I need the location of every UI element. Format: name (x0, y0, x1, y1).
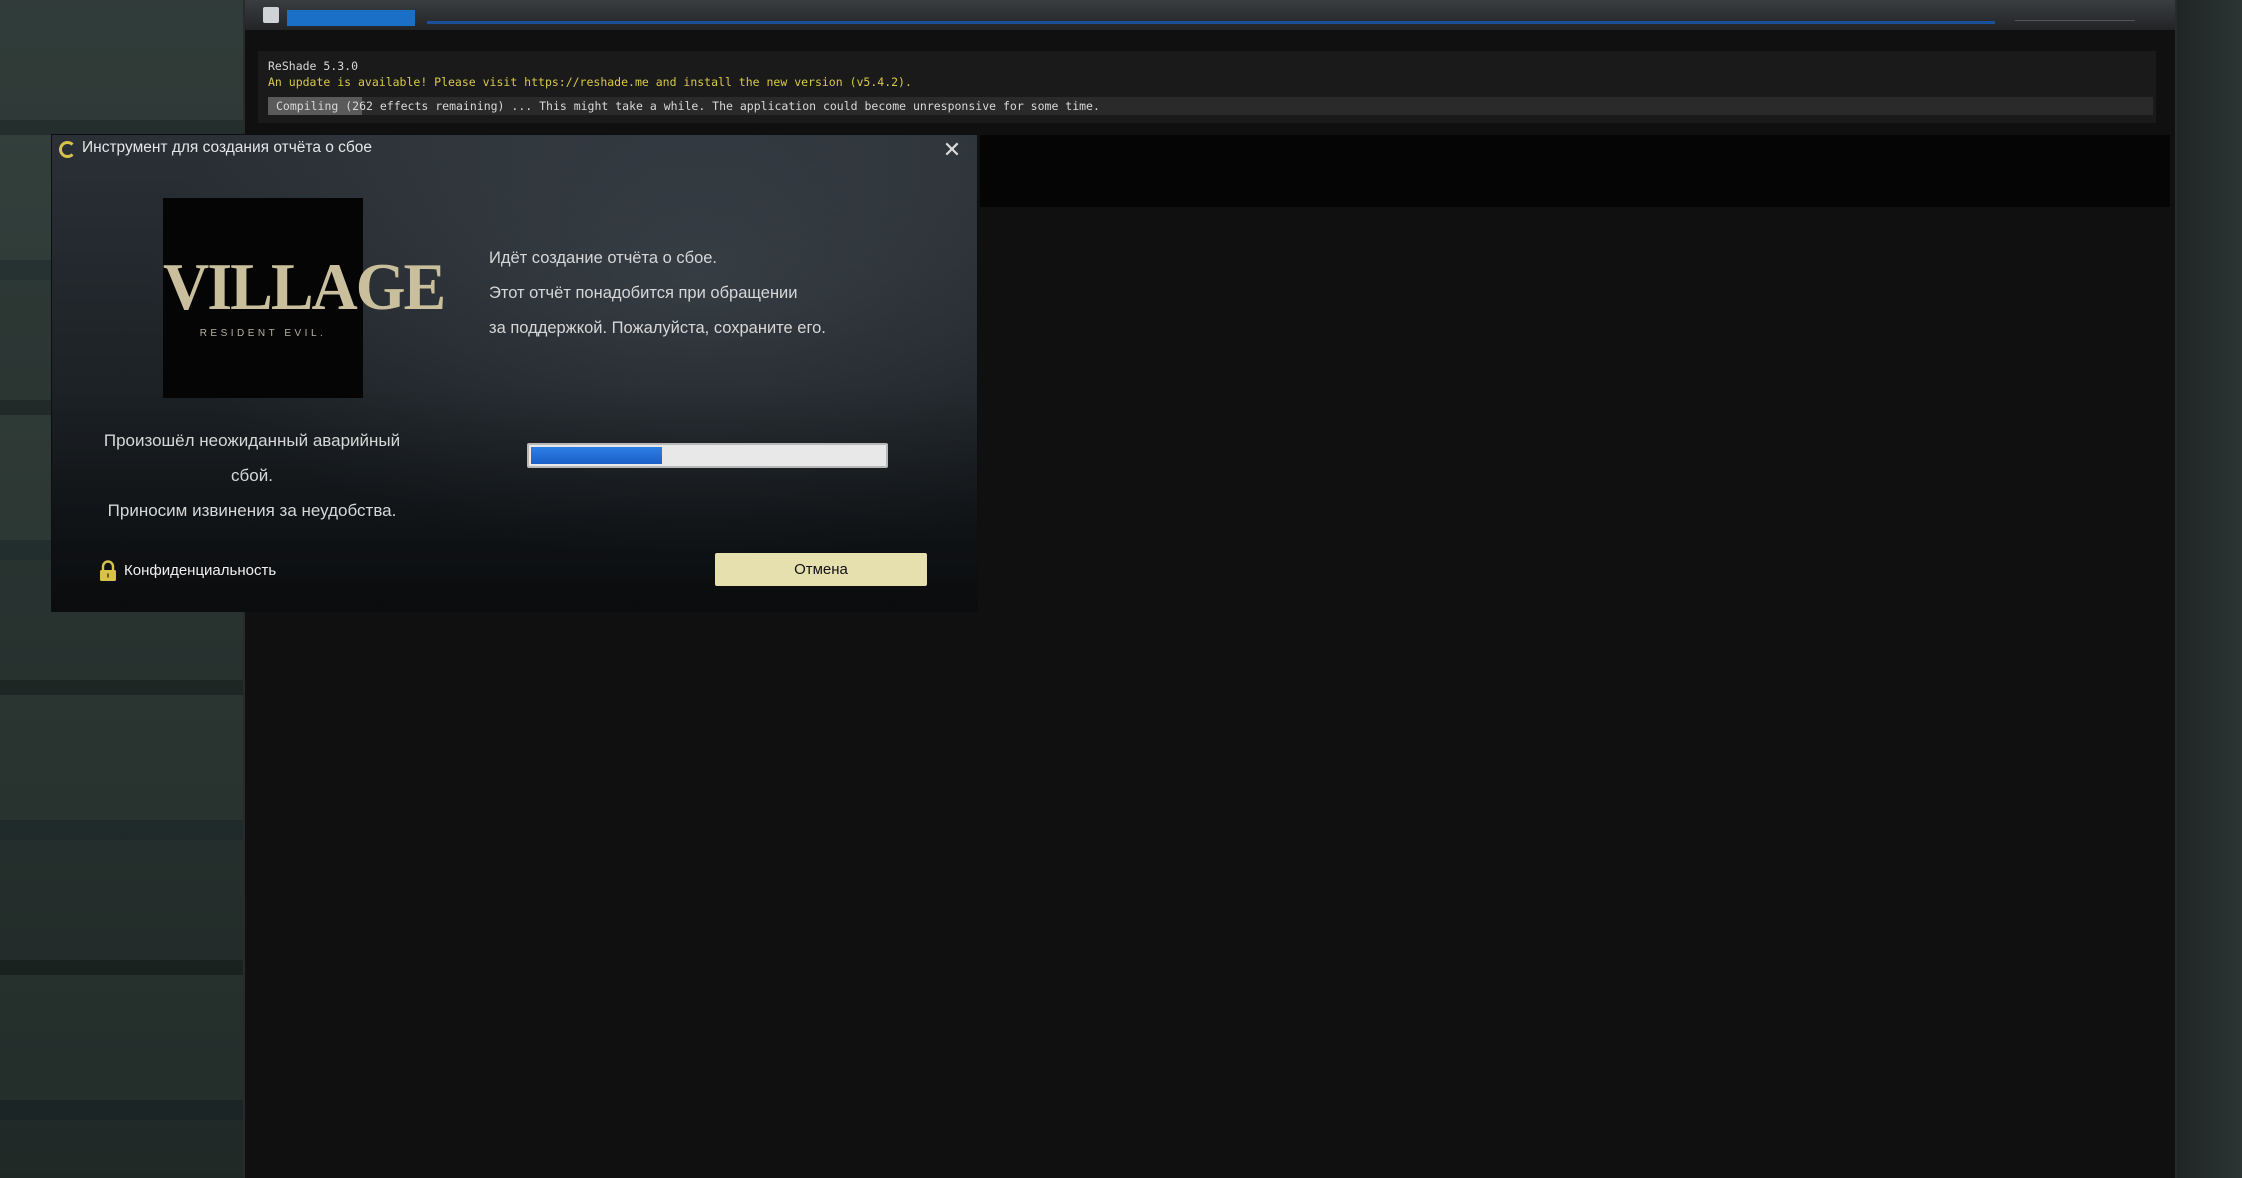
game-titlebar[interactable] (245, 0, 2175, 30)
logo-title: VILLAGE (163, 249, 446, 324)
reshade-update-notice: An update is available! Please visit htt… (268, 75, 912, 89)
status-message: Идёт создание отчёта о сбое. Этот отчёт … (489, 241, 929, 346)
logo-subtitle: RESIDENT EVIL. (199, 328, 327, 339)
title-highlight (287, 10, 415, 26)
crash-report-dialog: Инструмент для создания отчёта о сбое ✕ … (52, 135, 977, 611)
lock-icon (100, 560, 116, 581)
crash-message: Произошёл неожиданный аварийный сбой. Пр… (82, 423, 422, 528)
capcom-app-icon (59, 141, 76, 158)
status-line-3: за поддержкой. Пожалуйста, сохраните его… (489, 319, 826, 337)
cancel-button[interactable]: Отмена (715, 553, 927, 586)
dialog-title: Инструмент для создания отчёта о сбое (82, 139, 373, 156)
report-progress-bar (527, 443, 888, 468)
dialog-titlebar[interactable]: Инструмент для создания отчёта о сбое ✕ (52, 135, 977, 175)
reshade-compile-status: Compiling (262 effects remaining) ... Th… (276, 99, 1100, 113)
status-line-2: Этот отчёт понадобится при обращении (489, 284, 798, 302)
crash-line-3: Приносим извинения за неудобства. (107, 501, 397, 520)
reshade-compile-bar: Compiling (262 effects remaining) ... Th… (268, 97, 2153, 115)
title-progress-line (427, 21, 1995, 24)
crash-line-1: Произошёл неожиданный аварийный (103, 431, 401, 450)
background-right (2172, 0, 2242, 1178)
reshade-overlay: ReShade 5.3.0 An update is available! Pl… (258, 51, 2156, 123)
title-grip (2015, 8, 2135, 21)
game-black-area (980, 135, 2170, 207)
game-window-icon (263, 7, 279, 23)
close-icon[interactable]: ✕ (939, 137, 965, 163)
status-line-1: Идёт создание отчёта о сбое. (489, 249, 718, 267)
crash-line-2: сбой. (231, 466, 273, 485)
game-logo: VILLAGE RESIDENT EVIL. (163, 198, 446, 398)
report-progress-fill (531, 447, 662, 464)
reshade-version: ReShade 5.3.0 (268, 59, 359, 73)
privacy-label: Конфиденциальность (124, 562, 277, 579)
